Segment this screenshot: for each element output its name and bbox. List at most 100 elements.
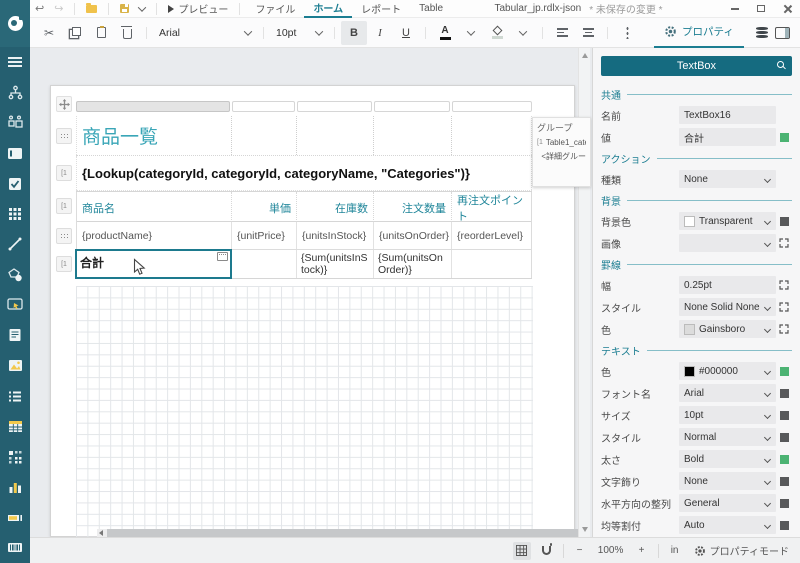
sidebar-menu-button[interactable] [0, 47, 30, 77]
report-page[interactable]: [1 [1 [1 商品一覧 {Lookup(categoryId, catego… [50, 85, 575, 537]
zoom-in-button[interactable]: + [633, 542, 651, 560]
bold-button[interactable]: B [341, 21, 367, 45]
table-move-handle[interactable] [56, 96, 72, 112]
font-weight-select[interactable]: Bold [679, 450, 776, 468]
sidebar-tool-barcode[interactable] [0, 533, 30, 563]
tab-properties[interactable]: プロパティ [654, 18, 744, 48]
horizontal-scrollbar[interactable] [97, 529, 578, 537]
group-header-row[interactable]: {Lookup(categoryId, categoryId, category… [76, 156, 532, 191]
scroll-down-icon[interactable] [582, 527, 588, 532]
header-cell-units-in-stock[interactable]: 在庫数 [296, 192, 373, 224]
sidebar-tool-chart[interactable] [0, 472, 30, 502]
detail-cell-unit-price[interactable]: {unitPrice} [231, 222, 296, 249]
font-size-select[interactable]: 10pt [679, 406, 776, 424]
search-icon[interactable] [777, 61, 784, 68]
underline-button[interactable]: U [393, 21, 419, 45]
cut-button[interactable]: ✂ [36, 21, 62, 45]
design-surface[interactable]: [1 [1 [1 商品一覧 {Lookup(categoryId, catego… [30, 48, 592, 537]
sidebar-tool-matrix[interactable] [0, 442, 30, 472]
menu-home[interactable]: ホーム [304, 0, 352, 18]
value-set-indicator[interactable] [780, 367, 789, 376]
text-decoration-select[interactable]: None [679, 472, 776, 490]
minimize-button[interactable] [722, 0, 748, 18]
footer-cell-sum-on-order[interactable]: {Sum(unitsOnOrder)} [373, 250, 451, 278]
column-bar-4[interactable] [374, 101, 450, 112]
delete-button[interactable] [114, 21, 140, 45]
row-handle-title[interactable] [56, 128, 72, 144]
border-width-input[interactable]: 0.25pt [679, 276, 776, 294]
report-title-row[interactable]: 商品一覧 [76, 116, 532, 156]
properties-header[interactable]: TextBox [601, 56, 792, 76]
justify-select[interactable]: Auto [679, 516, 776, 534]
inherit-indicator[interactable] [780, 217, 789, 226]
footer-cell-empty-1[interactable] [231, 250, 296, 278]
value-set-indicator[interactable] [780, 455, 789, 464]
more-options-button[interactable] [614, 21, 640, 45]
header-cell-units-on-order[interactable]: 注文数量 [373, 192, 451, 224]
sidebar-tool-richtext[interactable] [0, 320, 30, 350]
row-handle-footer[interactable]: [1 [56, 256, 72, 272]
units-select[interactable]: in [666, 542, 684, 560]
fill-color-menu-button[interactable] [510, 21, 536, 45]
menu-file[interactable]: ファイル [246, 0, 304, 18]
column-bar-2[interactable] [232, 101, 295, 112]
sidebar-tool-shape[interactable] [0, 260, 30, 290]
open-button[interactable] [81, 0, 102, 18]
zoom-out-button[interactable]: − [571, 542, 589, 560]
header-cell-unit-price[interactable]: 単価 [231, 192, 296, 224]
font-family-select[interactable]: Arial [153, 21, 257, 45]
inherit-indicator[interactable] [780, 389, 789, 398]
menu-report[interactable]: レポート [352, 0, 410, 18]
value-input[interactable]: 合計 [679, 128, 776, 146]
inherit-indicator[interactable] [780, 411, 789, 420]
sidebar-tool-subreport[interactable] [0, 108, 30, 138]
detail-cell-units-in-stock[interactable]: {unitsInStock} [296, 222, 373, 249]
horizontal-scroll-thumb[interactable] [107, 529, 578, 537]
group-item-detail[interactable]: <詳細グルー [537, 151, 586, 162]
inherit-indicator[interactable] [780, 433, 789, 442]
menu-table[interactable]: Table [410, 0, 452, 18]
sidebar-tool-table[interactable] [0, 411, 30, 441]
name-input[interactable]: TextBox16 [679, 106, 776, 124]
sidebar-tool-line[interactable] [0, 229, 30, 259]
table-header-row[interactable]: 商品名 単価 在庫数 注文数量 再注文ポイント [76, 191, 532, 222]
data-sources-button[interactable] [756, 27, 768, 39]
font-size-select[interactable]: 10pt [270, 21, 328, 45]
grid-toggle-button[interactable] [513, 542, 531, 560]
scroll-up-icon[interactable] [582, 53, 588, 58]
save-menu-button[interactable] [134, 0, 150, 18]
panel-toggle-button[interactable] [775, 27, 790, 39]
undo-button[interactable]: ↩ [30, 0, 49, 18]
cell-adorner-icon[interactable] [217, 252, 228, 261]
maximize-button[interactable] [748, 0, 774, 18]
sidebar-tool-image[interactable] [0, 351, 30, 381]
horizontal-align-select[interactable]: General [679, 494, 776, 512]
align-left-button[interactable] [549, 21, 575, 45]
text-color-menu-button[interactable] [458, 21, 484, 45]
fill-color-button[interactable] [484, 21, 510, 45]
group-item-category[interactable]: [1 Table1_categ [537, 138, 586, 147]
footer-cell-empty-2[interactable] [451, 250, 532, 278]
save-button[interactable] [115, 0, 134, 18]
font-style-select[interactable]: Normal [679, 428, 776, 446]
close-button[interactable] [774, 0, 800, 18]
preview-button[interactable]: プレビュー [163, 0, 233, 18]
table-detail-row[interactable]: {productName} {unitPrice} {unitsInStock}… [76, 222, 532, 250]
sidebar-tool-list[interactable] [0, 381, 30, 411]
inherit-indicator[interactable] [780, 521, 789, 530]
expand-icon[interactable] [779, 324, 789, 334]
text-color-button[interactable]: A [432, 21, 458, 45]
row-handle-header[interactable]: [1 [56, 198, 72, 214]
row-handle-data[interactable] [56, 228, 72, 244]
expand-icon[interactable] [779, 302, 789, 312]
detail-cell-reorder-level[interactable]: {reorderLevel} [451, 222, 532, 249]
header-cell-product-name[interactable]: 商品名 [76, 192, 231, 224]
column-bar-1[interactable] [76, 101, 230, 112]
report-title-textbox[interactable]: 商品一覧 [76, 116, 231, 155]
snap-toggle-button[interactable] [538, 542, 556, 560]
redo-button[interactable]: ↪ [49, 0, 68, 18]
font-name-select[interactable]: Arial [679, 384, 776, 402]
inherit-indicator[interactable] [780, 477, 789, 486]
detail-cell-units-on-order[interactable]: {unitsOnOrder} [373, 222, 451, 249]
action-type-select[interactable]: None [679, 170, 776, 188]
